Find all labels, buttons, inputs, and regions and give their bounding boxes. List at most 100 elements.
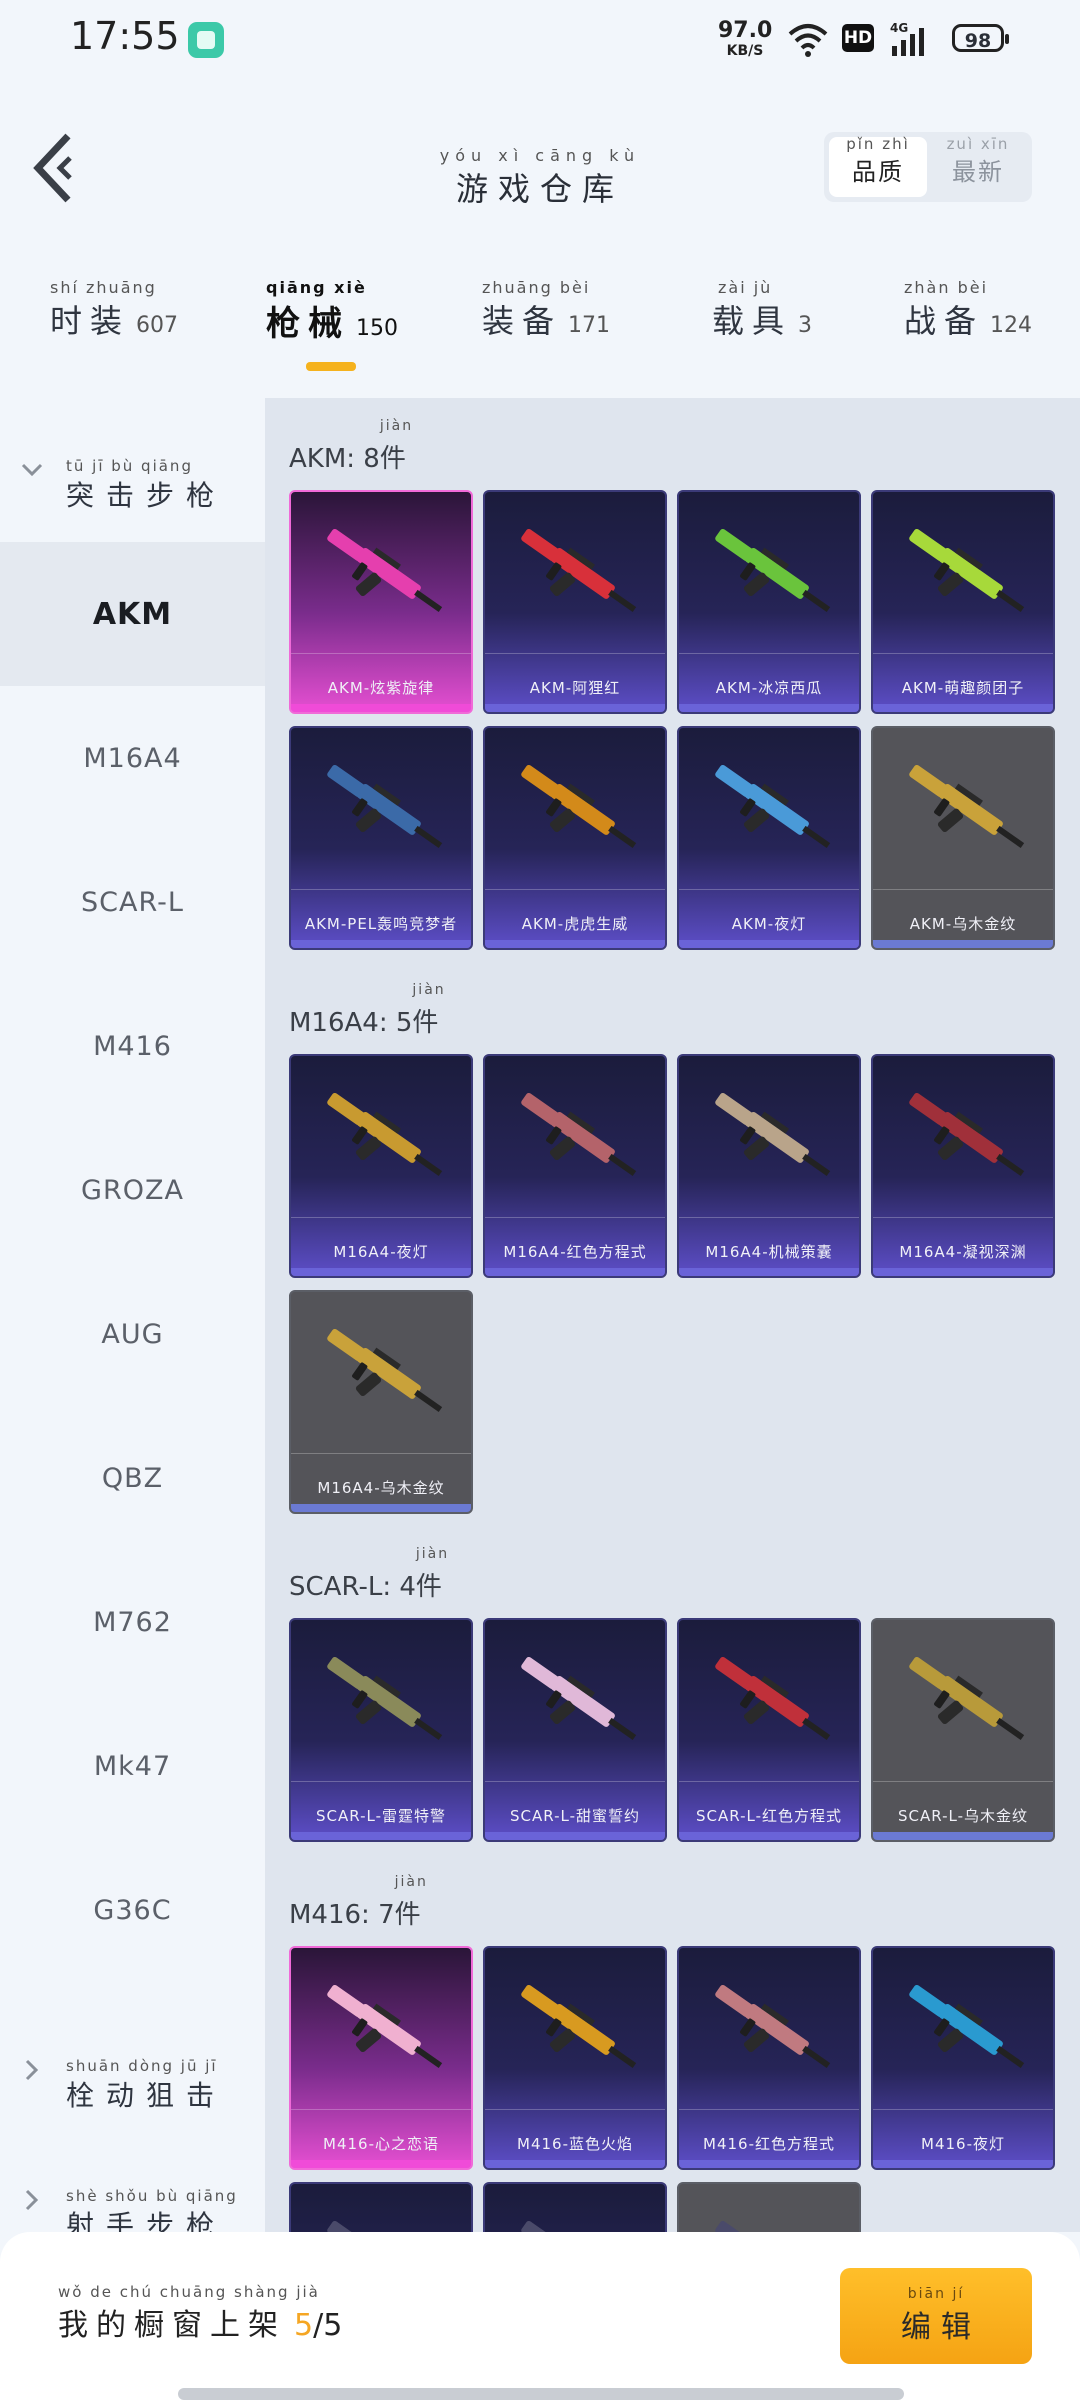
- tab-equipment[interactable]: zhuāng bèi 装备 171: [482, 280, 610, 380]
- skin-card[interactable]: M16A4-凝视深渊: [871, 1054, 1055, 1278]
- rarity-bar: [873, 940, 1053, 948]
- skin-card[interactable]: [483, 2182, 667, 2232]
- card-divider: [485, 2109, 665, 2110]
- rifle-icon: [909, 1092, 1025, 1177]
- skin-name: SCAR-L-红色方程式: [696, 1807, 842, 1825]
- rarity-bar: [485, 1832, 665, 1840]
- tab-supplies[interactable]: zhàn bèi 战备 124: [904, 280, 1032, 380]
- section-title: SCAR-L: 4 jiàn 件: [289, 1546, 447, 1603]
- rarity-bar: [679, 2160, 859, 2168]
- section-unit-pinyin: jiàn: [415, 1546, 450, 1562]
- rarity-bar: [485, 704, 665, 712]
- bottom-action-bar: wǒ de chú chuāng shàng jià 我的橱窗上架 5/5 biā…: [0, 2232, 1080, 2400]
- skin-name: SCAR-L-乌木金纹: [898, 1807, 1028, 1825]
- skin-card[interactable]: AKM-冰凉西瓜: [677, 490, 861, 714]
- tab-vehicles-label: 载具: [712, 302, 793, 340]
- section-title-text: AKM: 8: [289, 444, 380, 474]
- sidebar-group-dmr[interactable]: shè shǒu bù qiāng 射手步枪: [0, 2140, 265, 2242]
- sidebar-group-assault-label: 突击步枪: [66, 479, 227, 512]
- skin-card[interactable]: AKM-夜灯: [677, 726, 861, 950]
- section-unit: jiàn 件: [380, 418, 411, 475]
- section-title: M416: 7 jiàn 件: [289, 1874, 426, 1931]
- skin-card[interactable]: [677, 2182, 861, 2232]
- skin-name: AKM-PEL轰鸣竞梦者: [304, 915, 458, 933]
- section-unit: jiàn 件: [416, 1546, 447, 1603]
- section-unit-pinyin: jiàn: [379, 418, 414, 434]
- sidebar-item-qbz[interactable]: QBZ: [0, 1406, 265, 1550]
- skin-card[interactable]: SCAR-L-雷霆特警: [289, 1618, 473, 1842]
- rarity-bar: [679, 1832, 859, 1840]
- rifle-icon: [327, 1984, 443, 2069]
- skin-card[interactable]: M416-心之恋语: [289, 1946, 473, 2170]
- skin-card[interactable]: AKM-萌趣颜团子: [871, 490, 1055, 714]
- skin-card[interactable]: M416-红色方程式: [677, 1946, 861, 2170]
- skin-card[interactable]: M16A4-机械策囊: [677, 1054, 861, 1278]
- skin-card[interactable]: AKM-乌木金纹: [871, 726, 1055, 950]
- home-indicator[interactable]: [178, 2388, 904, 2400]
- rifle-icon: [521, 1656, 637, 1741]
- section-title: M16A4: 5 jiàn 件: [289, 982, 444, 1039]
- rarity-bar: [679, 704, 859, 712]
- rifle-icon: [521, 2220, 560, 2232]
- sort-quality-button[interactable]: pǐn zhì 品质: [829, 136, 927, 197]
- sort-newest-pinyin: zuì xīn: [946, 135, 1010, 153]
- rifle-icon: [327, 1092, 443, 1177]
- skin-card[interactable]: SCAR-L-乌木金纹: [871, 1618, 1055, 1842]
- section-unit: jiàn 件: [394, 1874, 426, 1931]
- sidebar-item-m762[interactable]: M762: [0, 1550, 265, 1694]
- card-divider: [679, 2109, 859, 2110]
- card-divider: [485, 889, 665, 890]
- sidebar-item-aug[interactable]: AUG: [0, 1262, 265, 1406]
- rifle-icon: [715, 1656, 831, 1741]
- skin-card[interactable]: AKM-阿狸红: [483, 490, 667, 714]
- status-bar: 17:55 97.0 KB/S HD 4G 98: [0, 0, 1080, 80]
- back-arrow-icon[interactable]: [30, 128, 80, 208]
- skin-card[interactable]: M416-蓝色火焰: [483, 1946, 667, 2170]
- card-divider: [873, 1217, 1053, 1218]
- skin-name: M16A4-机械策囊: [705, 1243, 833, 1261]
- sidebar-item-m416[interactable]: M416: [0, 974, 265, 1118]
- skin-card[interactable]: AKM-虎虎生威: [483, 726, 667, 950]
- tab-fashion-label: 时装: [50, 302, 131, 340]
- skin-card[interactable]: AKM-炫紫旋律: [289, 490, 473, 714]
- showcase-status: wǒ de chú chuāng shàng jià 我的橱窗上架 5/5: [58, 2284, 342, 2344]
- rifle-icon: [909, 528, 1025, 613]
- sidebar-item-m16a4[interactable]: M16A4: [0, 686, 265, 830]
- skin-card[interactable]: M16A4-乌木金纹: [289, 1290, 473, 1514]
- card-divider: [485, 1217, 665, 1218]
- skin-card[interactable]: SCAR-L-红色方程式: [677, 1618, 861, 1842]
- sort-newest-button[interactable]: zuì xīn 最新: [929, 135, 1027, 197]
- sidebar-item-mk47[interactable]: Mk47: [0, 1694, 265, 1838]
- rarity-bar: [485, 2160, 665, 2168]
- skin-card[interactable]: [289, 2182, 473, 2232]
- wifi-icon: [788, 24, 828, 57]
- sidebar-group-bolt-action[interactable]: shuān dòng jū jī 栓动狙击: [0, 2010, 265, 2112]
- tab-firearms-count: 150: [356, 316, 398, 341]
- skin-name: M16A4-夜灯: [333, 1243, 429, 1261]
- skin-card[interactable]: SCAR-L-甜蜜誓约: [483, 1618, 667, 1842]
- sidebar-item-g36c[interactable]: G36C: [0, 1838, 265, 1982]
- rarity-bar: [873, 1832, 1053, 1840]
- sidebar-group-bolt-label: 栓动狙击: [66, 2079, 227, 2112]
- tab-fashion[interactable]: shí zhuāng 时装 607: [50, 280, 178, 380]
- tab-equipment-pinyin: zhuāng bèi: [482, 278, 591, 297]
- sidebar-group-assault-rifles[interactable]: tū jī bù qiāng 突击步枪: [0, 410, 265, 512]
- sidebar-item-groza[interactable]: GROZA: [0, 1118, 265, 1262]
- card-divider: [485, 1781, 665, 1782]
- tab-vehicles[interactable]: zài jù 载具 3: [712, 280, 812, 380]
- skin-card[interactable]: M416-夜灯: [871, 1946, 1055, 2170]
- skin-card[interactable]: M16A4-夜灯: [289, 1054, 473, 1278]
- sidebar-item-scar-l[interactable]: SCAR-L: [0, 830, 265, 974]
- section-unit-label: 件: [394, 1900, 421, 1930]
- rarity-bar: [873, 2160, 1053, 2168]
- tab-fashion-count: 607: [136, 313, 179, 338]
- weapon-skin-grid: AKM: 8 jiàn 件 AKM-炫紫旋律 AKM-阿狸红 AKM-冰凉西瓜 AKM-萌趣…: [265, 398, 1080, 2232]
- sidebar-item-akm[interactable]: AKM: [0, 542, 265, 686]
- tab-equipment-count: 171: [568, 313, 611, 338]
- sort-quality-label: 品质: [851, 158, 904, 186]
- skin-card[interactable]: AKM-PEL轰鸣竞梦者: [289, 726, 473, 950]
- rarity-bar: [291, 2160, 471, 2168]
- tab-supplies-count: 124: [990, 313, 1033, 338]
- edit-button[interactable]: biān jí 编辑: [840, 2268, 1032, 2364]
- skin-card[interactable]: M16A4-红色方程式: [483, 1054, 667, 1278]
